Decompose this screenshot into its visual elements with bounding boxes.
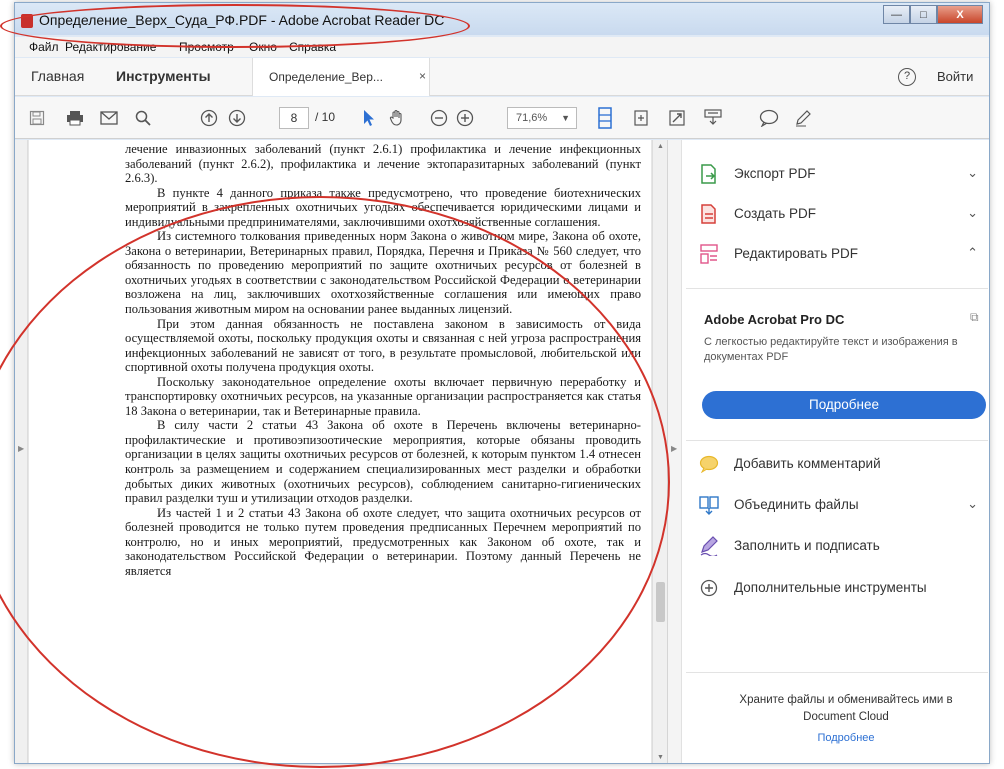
acrobat-window: Определение_Верх_Суда_РФ.PDF - Adobe Acr…: [14, 2, 990, 764]
paragraph: лечение инвазионных заболеваний (пункт 2…: [125, 142, 641, 186]
tab-home[interactable]: Главная: [31, 68, 84, 84]
tool-more-tools[interactable]: Дополнительные инструменты: [698, 574, 978, 602]
chevron-down-icon: ▼: [561, 113, 570, 123]
tool-add-comment[interactable]: Добавить комментарий: [698, 450, 978, 478]
combine-files-icon: [698, 494, 720, 516]
plus-circle-icon: [698, 577, 720, 599]
chevron-up-icon[interactable]: ⌃: [967, 245, 978, 261]
document-cloud-link[interactable]: Подробнее: [712, 732, 980, 744]
expand-left-panel-icon[interactable]: ▶: [18, 444, 24, 453]
paragraph: В силу части 2 статьи 43 Закона об охоте…: [125, 418, 641, 506]
menu-view[interactable]: Просмотр: [179, 40, 234, 54]
export-pdf-icon: [698, 163, 720, 185]
chevron-down-icon[interactable]: ⌄: [967, 165, 978, 181]
zoom-select[interactable]: 71,6% ▼: [507, 107, 577, 129]
document-viewer: ▶ лечение инвазионных заболеваний (пункт…: [15, 140, 667, 763]
menu-edit[interactable]: Редактирование: [65, 40, 156, 54]
help-icon[interactable]: ?: [898, 68, 916, 86]
tool-label: Экспорт PDF: [734, 166, 816, 181]
read-mode-icon[interactable]: [703, 108, 723, 128]
tool-label: Объединить файлы: [734, 497, 859, 512]
chevron-down-icon[interactable]: ⌄: [967, 496, 978, 512]
select-arrow-icon[interactable]: [359, 108, 379, 128]
paragraph: При этом данная обязанность не поставлен…: [125, 316, 641, 375]
zoom-out-icon[interactable]: [429, 108, 449, 128]
page-text: лечение инвазионных заболеваний (пункт 2…: [125, 142, 641, 578]
tool-fill-sign[interactable]: Заполнить и подписать: [698, 532, 978, 560]
tab-tools[interactable]: Инструменты: [116, 68, 211, 84]
tool-edit-pdf[interactable]: Редактировать PDF ⌃: [698, 240, 978, 268]
divider: [686, 440, 988, 441]
window-controls: — □ X: [883, 5, 983, 24]
create-pdf-icon: [698, 203, 720, 225]
comment-icon[interactable]: [759, 108, 779, 128]
pro-promo-title: Adobe Acrobat Pro DC: [704, 312, 845, 327]
maximize-button[interactable]: □: [910, 5, 937, 24]
print-icon[interactable]: [65, 108, 85, 128]
learn-more-button[interactable]: Подробнее: [702, 391, 986, 419]
tabs-bar: Главная Инструменты Определение_Вер... ×…: [15, 58, 989, 96]
tab-document[interactable]: Определение_Вер... ×: [252, 58, 430, 96]
left-panel-rail[interactable]: ▶: [15, 140, 28, 763]
divider: [686, 288, 988, 289]
zoom-value: 71,6%: [516, 112, 548, 124]
pdf-page: лечение инвазионных заболеваний (пункт 2…: [29, 140, 651, 763]
rotate-icon[interactable]: [631, 108, 651, 128]
close-button[interactable]: X: [937, 5, 983, 24]
collapse-pane-icon[interactable]: ▶: [671, 444, 677, 453]
chevron-down-icon[interactable]: ⌄: [967, 205, 978, 221]
save-icon[interactable]: [27, 108, 47, 128]
search-icon[interactable]: [133, 108, 153, 128]
tool-combine-files[interactable]: Объединить файлы ⌄: [698, 491, 978, 519]
paragraph: Поскольку законодательное определение ох…: [125, 374, 641, 418]
tool-label: Добавить комментарий: [734, 456, 881, 471]
tool-label: Дополнительные инструменты: [734, 580, 927, 595]
menu-bar: Файл Редактирование Просмотр Окно Справк…: [15, 37, 989, 57]
tools-pane-rail[interactable]: ▶: [668, 140, 682, 763]
tool-label: Создать PDF: [734, 206, 817, 221]
document-cloud-text: Храните файлы и обменивайтесь ими в Docu…: [739, 694, 953, 723]
sign-in-link[interactable]: Войти: [937, 69, 973, 84]
scroll-up-icon[interactable]: ▲: [657, 143, 664, 150]
tool-label: Редактировать PDF: [734, 246, 859, 261]
pro-promo-description: С легкостью редактируйте текст и изображ…: [704, 336, 958, 363]
tool-export-pdf[interactable]: Экспорт PDF ⌄: [698, 160, 978, 188]
tool-create-pdf[interactable]: Создать PDF ⌄: [698, 200, 978, 228]
window-title: Определение_Верх_Суда_РФ.PDF - Adobe Acr…: [39, 12, 445, 28]
paragraph: Из системного толкования приведенных нор…: [125, 229, 641, 317]
paragraph: Из частей 1 и 2 статьи 43 Закона об охот…: [125, 505, 641, 578]
email-icon[interactable]: [99, 108, 119, 128]
page-total: / 10: [315, 110, 336, 124]
page-number-input[interactable]: 8: [279, 107, 309, 129]
divider: [686, 672, 988, 673]
menu-file[interactable]: Файл: [29, 40, 59, 54]
menu-help[interactable]: Справка: [289, 40, 336, 54]
fit-page-icon[interactable]: [595, 107, 615, 129]
tab-close-icon[interactable]: ×: [419, 69, 426, 83]
menu-window[interactable]: Окно: [249, 40, 277, 54]
sign-pen-icon[interactable]: [793, 108, 813, 128]
comment-bubble-icon: [698, 453, 720, 475]
edit-pdf-icon: [698, 243, 720, 265]
fullscreen-icon[interactable]: [667, 108, 687, 128]
paragraph: В пункте 4 данного приказа также предусм…: [125, 185, 641, 229]
toolbar: 8 / 10 71,6% ▼: [15, 97, 989, 139]
page-down-icon[interactable]: [227, 108, 247, 128]
scroll-thumb[interactable]: [656, 582, 665, 622]
minimize-button[interactable]: —: [883, 5, 910, 24]
hand-icon[interactable]: [387, 108, 407, 128]
tab-document-label: Определение_Вер...: [269, 70, 383, 84]
document-scrollbar[interactable]: ▲ ▼: [652, 140, 667, 763]
acrobat-app-icon: [21, 14, 33, 28]
page-up-icon[interactable]: [199, 108, 219, 128]
zoom-in-icon[interactable]: [455, 108, 475, 128]
copy-icon: ⧉: [970, 310, 979, 324]
tools-pane: ▶ Экспорт PDF ⌄ Создать PDF ⌄ Редактиров…: [667, 140, 989, 763]
fill-sign-icon: [698, 535, 720, 557]
tool-label: Заполнить и подписать: [734, 538, 880, 553]
scroll-down-icon[interactable]: ▼: [657, 754, 664, 761]
title-bar: Определение_Верх_Суда_РФ.PDF - Adobe Acr…: [15, 3, 989, 35]
